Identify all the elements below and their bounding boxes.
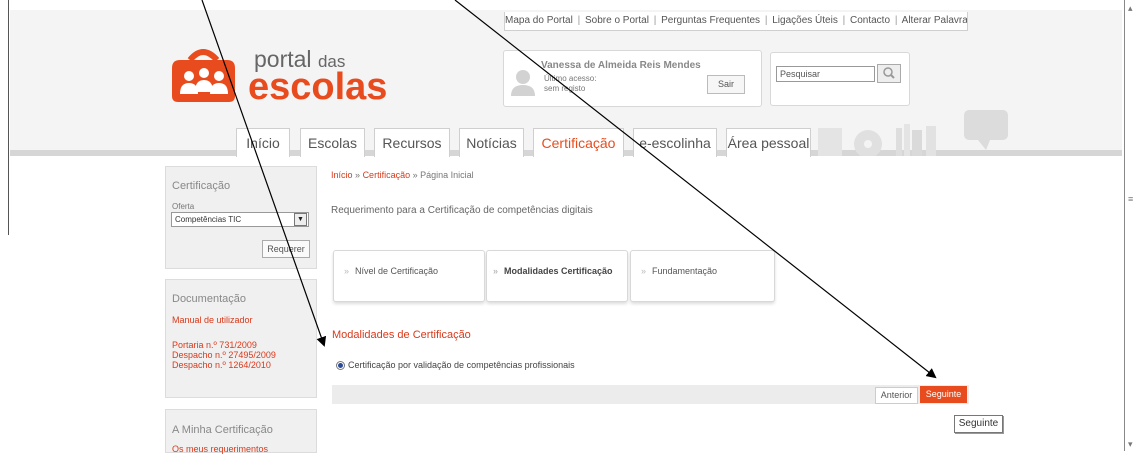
annotation-arrow-to-next xyxy=(454,0,937,379)
annotation-arrows xyxy=(201,0,937,379)
annotation-arrow-to-radio xyxy=(201,0,327,347)
